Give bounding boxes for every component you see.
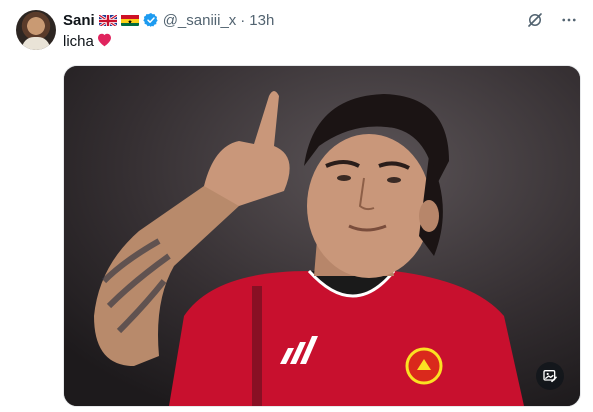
tweet-time[interactable]: 13h	[249, 12, 274, 29]
grok-icon[interactable]	[525, 10, 545, 30]
tweet-card[interactable]: Sani @_saniii_x · 13h licha	[0, 0, 593, 412]
avatar[interactable]	[16, 10, 56, 50]
tweet-actions-top	[525, 10, 579, 30]
tweet-text: licha	[63, 32, 113, 51]
ghana-flag-icon	[120, 14, 139, 26]
author-handle[interactable]: @_saniii_x	[163, 12, 237, 29]
avatar-shirt	[22, 37, 50, 50]
tweet-media-image[interactable]	[63, 65, 581, 407]
media-photo	[64, 66, 580, 406]
tweet-text-content: licha	[63, 33, 94, 50]
heart-icon	[96, 32, 113, 51]
image-edit-icon[interactable]	[536, 362, 564, 390]
uk-flag-icon	[98, 14, 117, 26]
tweet-header: Sani @_saniii_x · 13h	[63, 10, 274, 30]
author-name[interactable]: Sani	[63, 12, 95, 29]
verified-badge-icon[interactable]	[143, 12, 159, 28]
more-icon[interactable]	[559, 10, 579, 30]
separator-dot: ·	[240, 11, 246, 29]
